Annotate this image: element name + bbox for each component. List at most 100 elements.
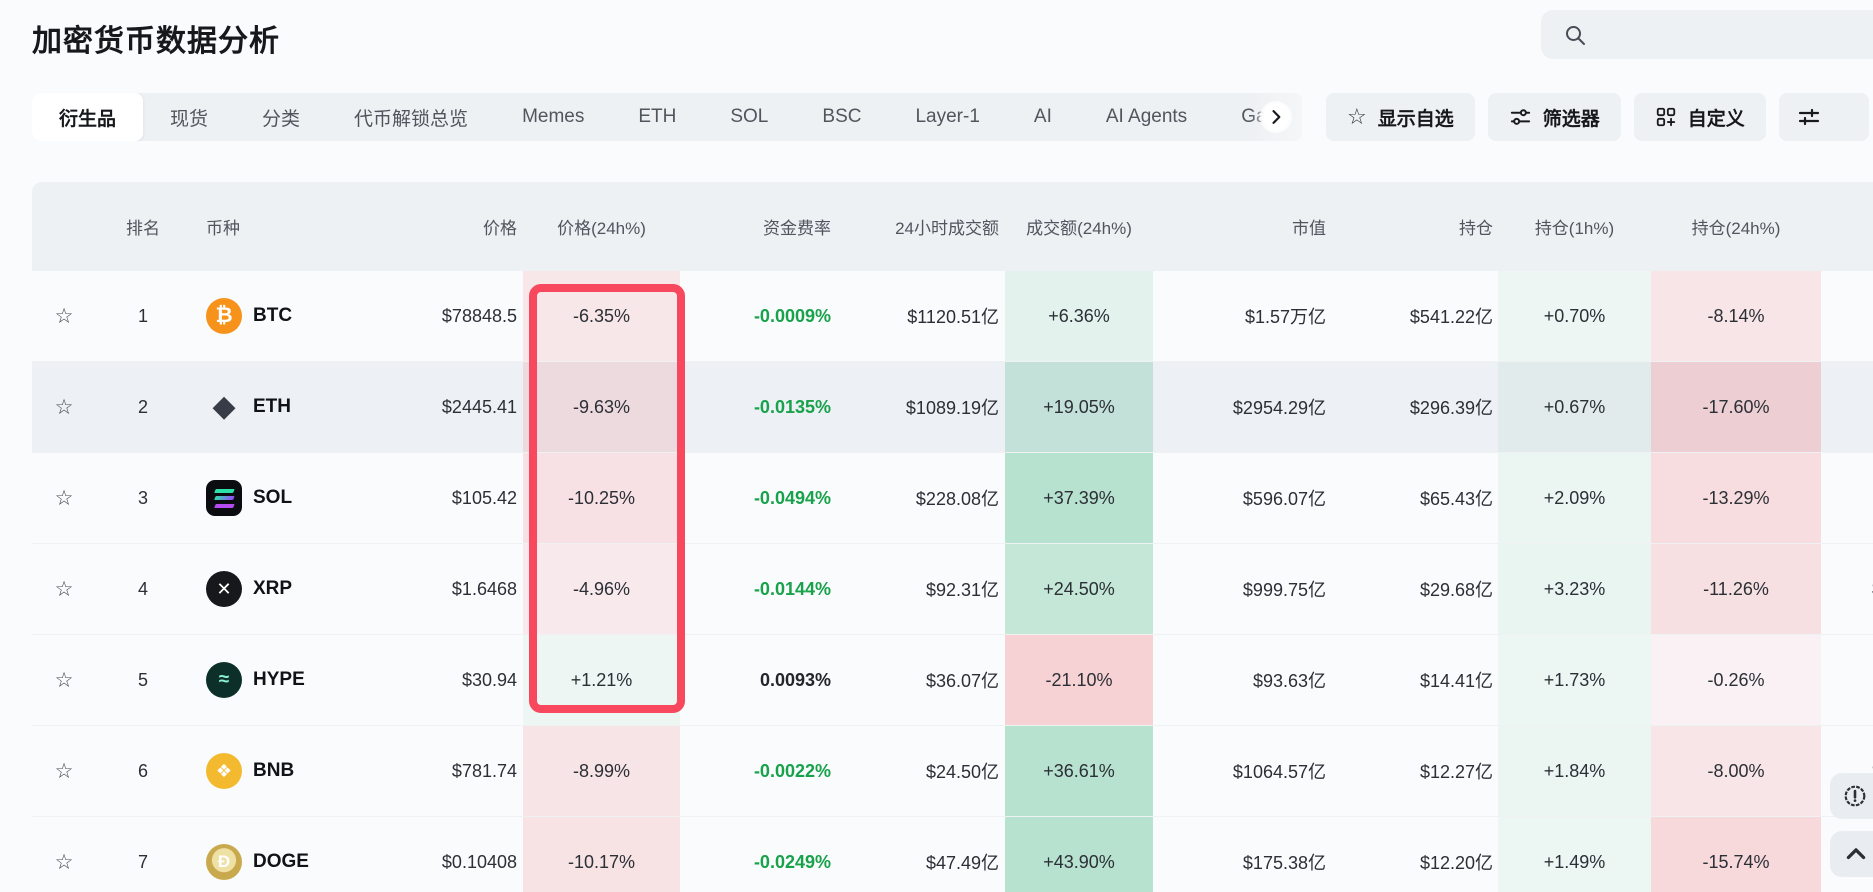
favorite-star-icon[interactable]: ☆ <box>55 304 74 329</box>
chevron-up-icon <box>1842 840 1870 868</box>
volChange24h-cell: +36.61% <box>1005 726 1153 816</box>
controls-row: 衍生品 现货 分类 代币解锁总览 Memes ETH SOL BSC Layer-1 AI AI A… <box>32 93 1873 141</box>
sol-coin-icon <box>206 480 242 516</box>
column-settings-button[interactable] <box>1778 93 1869 141</box>
rank-cell: 7 <box>137 851 148 872</box>
favorite-star-icon[interactable]: ☆ <box>55 486 74 511</box>
clipped-next-column-cell <box>1821 271 1873 361</box>
funding-cell: -0.0135% <box>753 396 831 417</box>
table-row-doge[interactable]: ☆ 7 Ð DOGE $0.10408 -10.17% -0.0249% $47.49亿 +43… <box>32 817 1873 892</box>
change24h-cell: -4.96% <box>523 544 680 634</box>
scroll-top-button[interactable] <box>1830 831 1873 877</box>
table-row-hype[interactable]: ☆ 5 ≈ HYPE $30.94 +1.21% 0.0093% $36.07亿 -21.10%… <box>32 635 1873 726</box>
header-oi1h[interactable]: 持仓(1h%) <box>1498 182 1651 271</box>
search-input[interactable] <box>1541 10 1873 59</box>
tab-ai[interactable]: AI <box>1007 93 1079 141</box>
funding-cell: -0.0144% <box>753 578 831 599</box>
oi1h-cell: +0.70% <box>1498 271 1651 361</box>
tab-memes[interactable]: Memes <box>495 93 611 141</box>
clipped-next-column-cell <box>1821 362 1873 452</box>
favorite-star-icon[interactable]: ☆ <box>55 577 74 602</box>
favorite-star-icon[interactable]: ☆ <box>55 395 74 420</box>
tabs-overflow-button[interactable] <box>1250 93 1302 141</box>
tab-代币解锁总览[interactable]: 代币解锁总览 <box>327 93 495 141</box>
marketCap-cell: $93.63亿 <box>1252 671 1326 691</box>
table-row-btc[interactable]: ☆ 1 ₿ BTC $78848.5 -6.35% -0.0009% $1120.51亿 +6.… <box>32 271 1873 362</box>
header-change24h[interactable]: 价格(24h%) <box>523 182 680 271</box>
price-cell: $2445.41 <box>441 396 517 417</box>
tab-ai-agents[interactable]: AI Agents <box>1079 93 1214 141</box>
xrp-coin-icon: ✕ <box>206 571 242 607</box>
star-icon: ☆ <box>1347 104 1367 129</box>
header-coin[interactable]: 币种 <box>190 182 320 271</box>
coin-symbol: BNB <box>253 760 295 781</box>
openInterest-cell: $296.39亿 <box>1409 398 1493 418</box>
header-volChange24h[interactable]: 成交额(24h%) <box>1005 182 1153 271</box>
header-fav <box>32 182 96 271</box>
table-body: ☆ 1 ₿ BTC $78848.5 -6.35% -0.0009% $1120.51亿 +6.… <box>32 271 1873 892</box>
change24h-cell: -8.99% <box>523 726 680 816</box>
coin-symbol: HYPE <box>253 669 305 690</box>
oi24h-cell: -11.26% <box>1651 544 1821 634</box>
table-row-sol[interactable]: ☆ 3 SOL $105.42 -10.25% -0.0494% $228.08亿 +37.3… <box>32 453 1873 544</box>
volume24h-cell: $1120.51亿 <box>907 307 999 327</box>
filter-button[interactable]: 筛选器 <box>1487 93 1621 141</box>
volChange24h-cell: +24.50% <box>1005 544 1153 634</box>
page-title: 加密货币数据分析 <box>32 25 280 58</box>
favorite-star-icon[interactable]: ☆ <box>55 759 74 784</box>
coin-cell: ◆ ETH <box>190 362 320 452</box>
grid-plus-icon <box>1655 106 1677 128</box>
tab-sol[interactable]: SOL <box>703 93 795 141</box>
header-volume24h[interactable]: 24小时成交额 <box>845 182 1005 271</box>
favorite-cell: ☆ <box>32 817 96 892</box>
table-row-xrp[interactable]: ☆ 4 ✕ XRP $1.6468 -4.96% -0.0144% $92.31亿 +24.50… <box>32 544 1873 635</box>
header-openInterest[interactable]: 持仓 <box>1340 182 1498 271</box>
coin-symbol: SOL <box>253 487 293 508</box>
list-sliders-icon <box>1797 105 1821 129</box>
tab-eth[interactable]: ETH <box>611 93 703 141</box>
volume24h-cell: $24.50亿 <box>925 762 999 782</box>
oi1h-cell: +3.23% <box>1498 544 1651 634</box>
marketCap-cell: $596.07亿 <box>1242 489 1326 509</box>
favorite-star-icon[interactable]: ☆ <box>55 850 74 875</box>
favorite-star-icon[interactable]: ☆ <box>55 668 74 693</box>
price-cell: $105.42 <box>451 487 517 508</box>
tab-bsc[interactable]: BSC <box>795 93 888 141</box>
tab-现货[interactable]: 现货 <box>143 93 235 141</box>
tab-分类[interactable]: 分类 <box>235 93 327 141</box>
volume24h-cell: $47.49亿 <box>925 853 999 873</box>
marketCap-cell: $999.75亿 <box>1242 580 1326 600</box>
oi24h-cell: -8.14% <box>1651 271 1821 361</box>
favorite-cell: ☆ <box>32 362 96 452</box>
marketCap-cell: $1.57万亿 <box>1244 307 1326 327</box>
header-oi24h[interactable]: 持仓(24h%) <box>1651 182 1821 271</box>
header-rank[interactable]: 排名 <box>96 182 190 271</box>
customize-button[interactable]: 自定义 <box>1633 93 1766 141</box>
header-funding[interactable]: 资金费率 <box>680 182 845 271</box>
doge-coin-icon: Ð <box>206 844 242 880</box>
header-price[interactable]: 价格 <box>320 182 523 271</box>
tab-bar: 衍生品 现货 分类 代币解锁总览 Memes ETH SOL BSC Layer-1 AI AI A… <box>32 93 1302 141</box>
volume24h-cell: $92.31亿 <box>925 580 999 600</box>
oi24h-cell: -17.60% <box>1651 362 1821 452</box>
funding-cell: 0.0093% <box>759 669 831 690</box>
funding-cell: -0.0022% <box>753 760 831 781</box>
table-row-eth[interactable]: ☆ 2 ◆ ETH $2445.41 -9.63% -0.0135% $1089.19亿 +19… <box>32 362 1873 453</box>
tab-衍生品[interactable]: 衍生品 <box>32 93 144 141</box>
chevron-right-icon <box>1260 101 1292 133</box>
show-watchlist-button[interactable]: ☆ 显示自选 <box>1326 93 1475 141</box>
sliders-icon <box>1509 106 1532 129</box>
marketCap-cell: $175.38亿 <box>1242 853 1326 873</box>
volChange24h-cell: -21.10% <box>1005 635 1153 725</box>
oi1h-cell: +1.84% <box>1498 726 1651 816</box>
tab-layer-1[interactable]: Layer-1 <box>888 93 1006 141</box>
price-cell: $781.74 <box>451 760 517 781</box>
price-cell: $1.6468 <box>451 578 517 599</box>
btc-coin-icon: ₿ <box>206 298 242 334</box>
coin-cell: ✕ XRP <box>190 544 320 634</box>
header-marketCap[interactable]: 市值 <box>1153 182 1340 271</box>
oi1h-cell: +1.73% <box>1498 635 1651 725</box>
alert-badge-button[interactable] <box>1830 773 1873 819</box>
oi24h-cell: -8.00% <box>1651 726 1821 816</box>
table-row-bnb[interactable]: ☆ 6 ❖ BNB $781.74 -8.99% -0.0022% $24.50亿 +36.61… <box>32 726 1873 817</box>
